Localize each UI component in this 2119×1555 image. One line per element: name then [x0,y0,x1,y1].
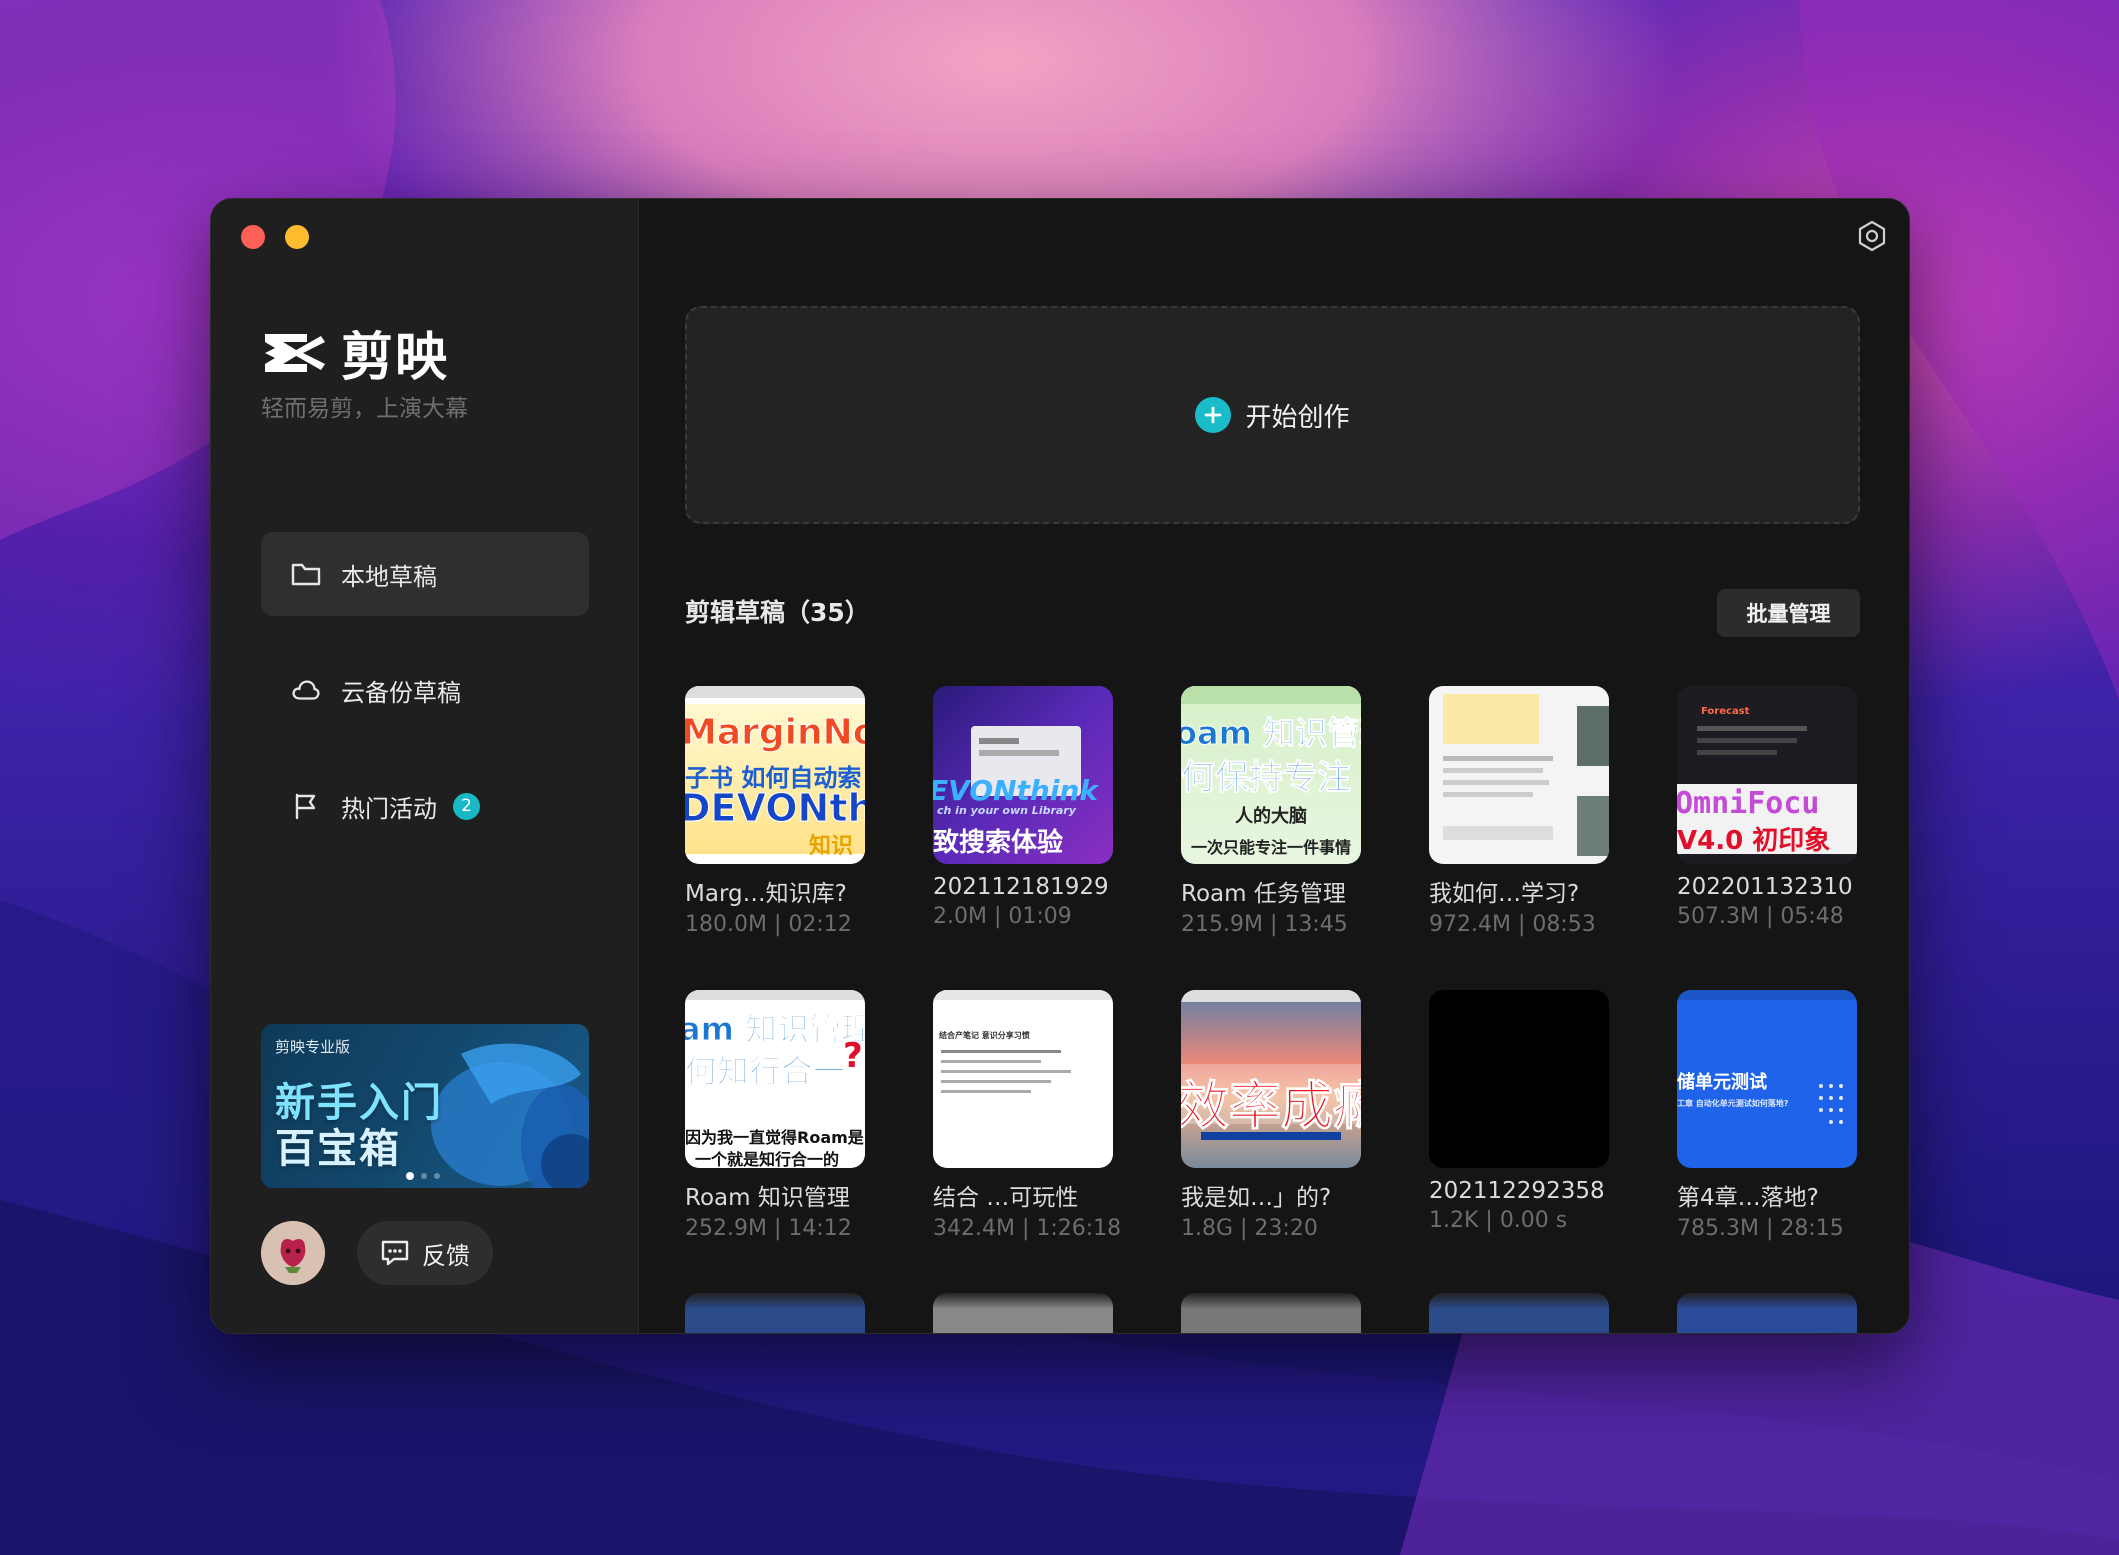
drafts-section-title: 剪辑草稿（35） [685,598,870,627]
draft-card[interactable]: 储单元测试 工章 自动化单元测试如何落地? 第4章…落地? 785.3M | 2… [1677,990,1857,1241]
message-icon [381,1240,409,1266]
draft-thumbnail: 储单元测试 工章 自动化单元测试如何落地? [1677,990,1857,1168]
draft-meta: 1.8G | 23:20 [1181,1216,1318,1241]
start-creating-button[interactable]: 开始创作 [685,306,1860,524]
draft-meta: 785.3M | 28:15 [1677,1216,1844,1241]
sidebar-item-label: 热门活动 [341,794,437,823]
carousel-dots[interactable] [406,1172,440,1180]
draft-name: Roam 知识管理 [685,1185,850,1211]
banner-headline-2: 百宝箱 [275,1126,401,1172]
draft-name: 结合 …可玩性 [933,1185,1079,1211]
flag-icon [291,791,321,821]
minimize-window-button[interactable] [285,225,309,249]
draft-name: 我如何…学习? [1429,881,1580,907]
draft-thumbnail [1429,686,1609,864]
start-creating-label: 开始创作 [1245,402,1350,433]
draft-thumbnail: Forecast OmniFocu V4.0 初印象 [1677,686,1857,864]
notification-badge: 2 [453,792,480,820]
draft-thumbnail [1429,990,1609,1168]
sidebar: 剪映 轻而易剪，上演大幕 本地草稿 云备份草稿 热门活动 2 剪映专业版 新手入… [211,199,639,1333]
draft-meta: 252.9M | 14:12 [685,1216,852,1241]
batch-manage-button[interactable]: 批量管理 [1717,589,1860,637]
draft-name: 我是如…」的? [1181,1185,1332,1211]
draft-thumbnail: am 知识管理 何知行合一 ? 因为我一直觉得Roam是 一个就是知行合一的 [685,990,865,1168]
draft-thumbnail: MarginNote 子书 如何自动索 DEVONthir 知识 [685,686,865,864]
draft-thumbnail: 效率成瘾 [1181,990,1361,1168]
draft-name: 202112292358 [1429,1178,1605,1204]
feedback-button[interactable]: 反馈 [357,1221,493,1285]
draft-card[interactable]: oam 知识管理 何保持专注 人的大脑 一次只能专注一件事情 Roam 任务管理… [1181,686,1361,937]
sidebar-item-label: 云备份草稿 [341,678,461,707]
banner-brand: 剪映专业版 [275,1038,351,1056]
draft-name: 202112181929 [933,874,1109,900]
promo-banner[interactable]: 剪映专业版 新手入门 百宝箱 [261,1024,589,1188]
draft-card[interactable]: 我如何…学习? 972.4M | 08:53 [1429,686,1609,937]
app-title: 剪映 [341,328,450,388]
plus-icon [1195,397,1232,433]
draft-card[interactable]: Forecast OmniFocu V4.0 初印象 202201132310 … [1677,686,1857,929]
draft-card-partial[interactable] [933,1293,1113,1333]
draft-meta: 507.3M | 05:48 [1677,904,1844,929]
draft-card[interactable]: 202112292358 1.2K | 0.00 s [1429,990,1609,1233]
settings-icon[interactable] [1855,219,1889,253]
draft-meta: 1.2K | 0.00 s [1429,1208,1568,1233]
sidebar-item-cloud-drafts[interactable]: 云备份草稿 [261,648,589,732]
draft-card[interactable]: MarginNote 子书 如何自动索 DEVONthir 知识 Marg…知识… [685,686,865,937]
draft-name: 第4章…落地? [1677,1185,1819,1211]
capcut-logo-icon [265,333,325,372]
draft-card[interactable]: am 知识管理 何知行合一 ? 因为我一直觉得Roam是 一个就是知行合一的 R… [685,990,865,1241]
draft-card-partial[interactable] [1181,1293,1361,1333]
draft-thumbnail: oam 知识管理 何保持专注 人的大脑 一次只能专注一件事情 [1181,686,1361,864]
main-content: 开始创作 剪辑草稿（35） 批量管理 MarginNote 子书 如何自动索 D… [639,199,1909,1333]
folder-icon [291,559,321,589]
draft-card[interactable]: 结合产笔记 意识分享习惯 结合 …可玩性 342.4M | 1:26:18 [933,990,1122,1241]
sidebar-item-hot-events[interactable]: 热门活动 2 [261,764,589,848]
draft-card-partial[interactable] [1429,1293,1609,1333]
feedback-label: 反馈 [422,1241,470,1270]
cloud-icon [291,675,321,705]
draft-name: 202201132310 [1677,874,1853,900]
draft-name: Marg…知识库? [685,881,847,907]
draft-meta: 342.4M | 1:26:18 [933,1216,1122,1241]
draft-card-partial[interactable] [685,1293,865,1333]
draft-thumbnail: EVONthink ch in your own Library 致搜索体验 [933,686,1113,864]
draft-thumbnail: 结合产笔记 意识分享习惯 [933,990,1113,1168]
draft-name: Roam 任务管理 [1181,881,1346,907]
draft-meta: 180.0M | 02:12 [685,912,852,937]
draft-card[interactable]: EVONthink ch in your own Library 致搜索体验 2… [933,686,1113,929]
user-avatar[interactable] [261,1221,325,1285]
sidebar-item-label: 本地草稿 [341,562,437,591]
sidebar-item-local-drafts[interactable]: 本地草稿 [261,532,589,616]
app-logo: 剪映 [261,315,449,390]
draft-card[interactable]: 效率成瘾 我是如…」的? 1.8G | 23:20 [1181,990,1361,1241]
app-tagline: 轻而易剪，上演大幕 [261,396,468,422]
draft-meta: 215.9M | 13:45 [1181,912,1348,937]
draft-meta: 972.4M | 08:53 [1429,912,1596,937]
draft-meta: 2.0M | 01:09 [933,904,1072,929]
draft-card-partial[interactable] [1677,1293,1857,1333]
app-window: 剪映 轻而易剪，上演大幕 本地草稿 云备份草稿 热门活动 2 剪映专业版 新手入… [210,198,1910,1334]
close-window-button[interactable] [241,225,265,249]
